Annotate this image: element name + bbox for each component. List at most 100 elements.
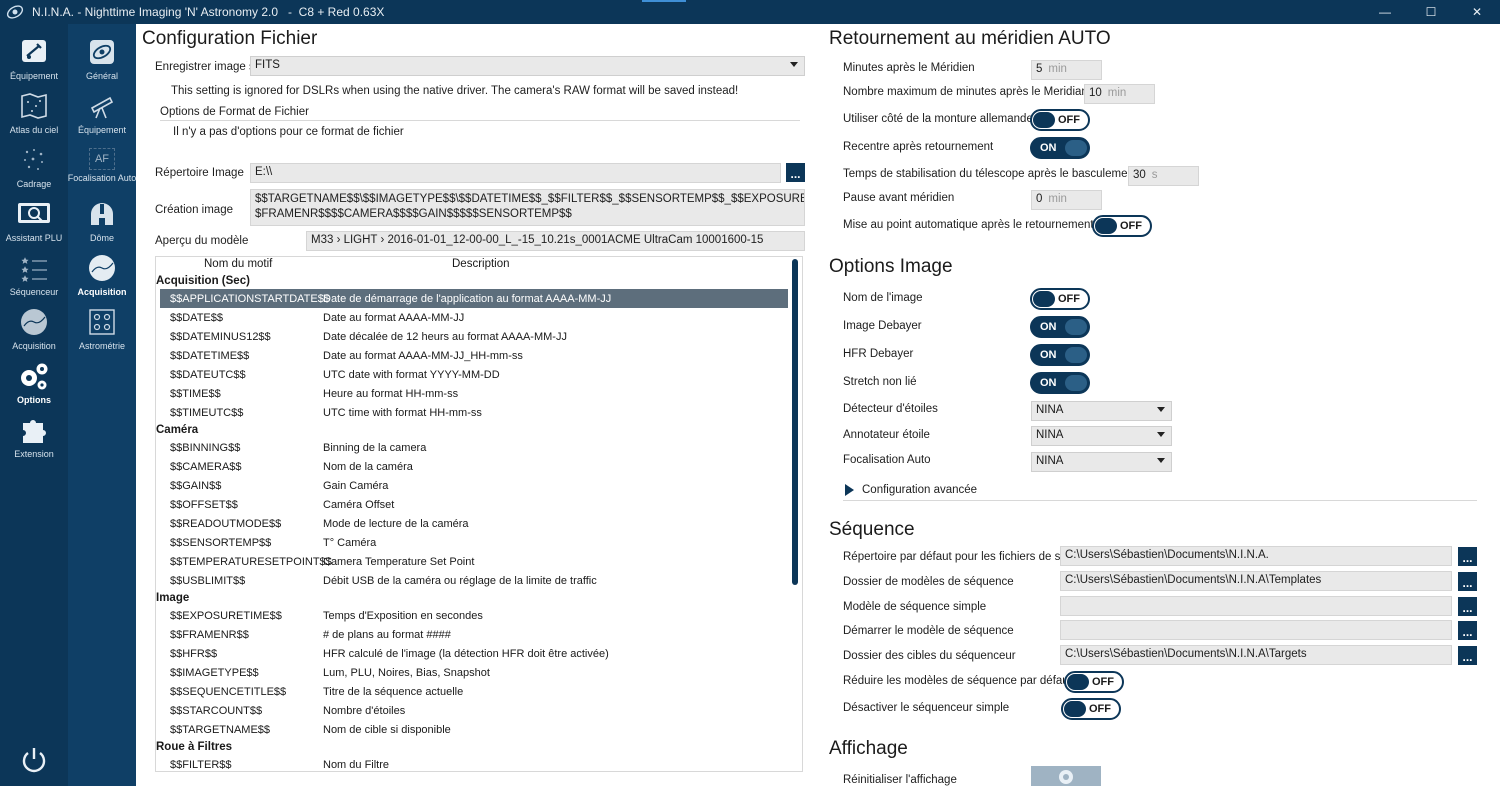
recenter-toggle[interactable]: ON [1030,137,1090,159]
table-row[interactable]: $$EXPOSURETIME$$ Temps d'Exposition en se… [160,606,788,625]
table-row[interactable]: $$FILTER$$ Nom du Filtre [160,755,788,771]
unlinked-stretch-toggle[interactable]: ON [1030,372,1090,394]
table-row[interactable]: $$APPLICATIONSTARTDATE$$ Date de démarrag… [160,289,788,308]
targets-folder-input[interactable]: C:\Users\Sébastien\Documents\N.I.N.A\Tar… [1060,645,1452,665]
image-dir-input[interactable]: E:\\ [250,163,781,183]
nav-item-equipment[interactable]: Équipement [0,36,68,90]
browse-start-template-button[interactable]: ... [1458,621,1477,640]
table-row[interactable]: $$OFFSET$$ Caméra Offset [160,495,788,514]
power-icon[interactable] [20,746,48,774]
group-header: Acquisition (Sec) [156,275,250,287]
nav-item-sky-atlas[interactable]: Atlas du ciel [0,90,68,144]
table-row[interactable]: $$READOUTMODE$$ Mode de lecture de la cam… [160,514,788,533]
col-description[interactable]: Description [452,258,510,270]
reset-layout-button[interactable] [1031,766,1101,788]
nav-item-sequencer[interactable]: Séquenceur [0,252,68,306]
minutes-after-label: Minutes après le Méridien [843,62,975,74]
title-bar: N.I.N.A. - Nighttime Imaging 'N' Astrono… [0,0,1500,24]
autofocus-method-select[interactable]: NINA [1031,452,1172,472]
table-row[interactable]: $$TIME$$ Heure au format HH-mm-ss [160,384,788,403]
simple-template-input[interactable] [1060,596,1452,616]
subnav-item-imaging[interactable]: Acquisition [68,252,136,306]
pattern-description: UTC time with format HH-mm-ss [323,406,482,419]
table-row[interactable]: $$HFR$$ HFR calculé de l'image (la détect… [160,644,788,663]
table-row[interactable]: $$DATETIME$$ Date au format AAAA-MM-JJ_HH… [160,346,788,365]
table-row[interactable]: $$BINNING$$ Binning de la camera [160,438,788,457]
file-type-select[interactable]: FITS [250,56,805,76]
window-title: N.I.N.A. - Nighttime Imaging 'N' Astrono… [32,5,385,19]
chevron-down-icon [790,62,798,67]
file-pattern-input[interactable]: $$TARGETNAME$$\$$IMAGETYPE$$\$$DATETIME$… [250,189,805,226]
subnav-item-plate-solving[interactable]: Astrométrie [68,306,136,360]
max-minutes-input[interactable]: 10 min [1084,84,1155,104]
close-button[interactable]: ✕ [1454,0,1500,24]
minimize-button[interactable]: — [1362,0,1408,24]
table-row[interactable]: $$CAMERA$$ Nom de la caméra [160,457,788,476]
minutes-after-input[interactable]: 5 min [1031,60,1102,80]
star-detector-select[interactable]: NINA [1031,401,1172,421]
table-scrollbar[interactable] [792,257,798,771]
pattern-key: $$CAMERA$$ [170,460,242,473]
pattern-key: $$TIMEUTC$$ [170,406,244,419]
browse-image-dir-button[interactable]: ... [786,163,805,182]
table-row[interactable]: $$FRAMENR$$ # de plans au format #### [160,625,788,644]
pattern-description: Temps d'Exposition en secondes [323,609,483,622]
nav-item-options[interactable]: Options [0,360,68,414]
table-row[interactable]: $$USBLIMIT$$ Débit USB de la caméra ou ré… [160,571,788,590]
unlinked-stretch-label: Stretch non lié [843,376,917,388]
collapse-templates-toggle[interactable]: OFF [1064,671,1124,693]
table-row[interactable]: $$TIMEUTC$$ UTC time with format HH-mm-ss [160,403,788,422]
debayer-toggle[interactable]: ON [1030,316,1090,338]
image-name-toggle[interactable]: OFF [1030,288,1090,310]
subnav-item-general[interactable]: Général [68,36,136,90]
browse-targets-folder-button[interactable]: ... [1458,646,1477,665]
table-row[interactable]: $$SEQUENCETITLE$$ Titre de la séquence ac… [160,682,788,701]
toggle-state: ON [1040,321,1057,333]
hfr-debayer-toggle[interactable]: ON [1030,344,1090,366]
star-detector-label: Détecteur d'étoiles [843,403,938,415]
advanced-expander[interactable]: Configuration avancée [845,484,977,496]
unit-label: s [1151,169,1158,181]
imaging-icon [16,306,52,338]
pause-input[interactable]: 0 min [1031,190,1102,210]
disable-simple-sequencer-toggle[interactable]: OFF [1061,698,1121,720]
maximize-button[interactable]: ☐ [1408,0,1454,24]
browse-default-folder-button[interactable]: ... [1458,547,1477,566]
nav-item-plugins[interactable]: Extension [0,414,68,468]
nav-item-flat-wizard[interactable]: Assistant PLU [0,198,68,252]
sequencer-icon [16,252,52,284]
table-row[interactable]: $$DATEMINUS12$$ Date décalée de 12 heurs … [160,327,788,346]
table-row[interactable]: $$TARGETNAME$$ Nom de cible si disponible [160,720,788,739]
table-row[interactable]: $$DATE$$ Date au format AAAA-MM-JJ [160,308,788,327]
templates-folder-input[interactable]: C:\Users\Sébastien\Documents\N.I.N.A\Tem… [1060,571,1452,591]
pattern-key: $$STARCOUNT$$ [170,704,263,717]
browse-simple-template-button[interactable]: ... [1458,597,1477,616]
table-row[interactable]: $$IMAGETYPE$$ Lum, PLU, Noires, Bias, Sna… [160,663,788,682]
nav-item-imaging[interactable]: Acquisition [0,306,68,360]
settle-time-input[interactable]: 30 s [1128,166,1199,186]
table-row[interactable]: $$SENSORTEMP$$ T° Caméra [160,533,788,552]
pier-side-toggle[interactable]: OFF [1030,109,1090,131]
subnav-item-autofocus[interactable]: AF Focalisation Auto [68,144,136,198]
table-row[interactable]: $$TEMPERATURESETPOINT$$ Camera Temperatur… [160,552,788,571]
pattern-key: $$SEQUENCETITLE$$ [170,685,287,698]
start-template-label: Démarrer le modèle de séquence [843,625,1014,637]
start-template-input[interactable] [1060,620,1452,640]
table-row[interactable]: $$STARCOUNT$$ Nombre d'étoiles [160,701,788,720]
star-annotator-select[interactable]: NINA [1031,426,1172,446]
pattern-key: $$TEMPERATURESETPOINT$$ [170,555,332,568]
nav-item-framing[interactable]: Cadrage [0,144,68,198]
subnav-item-dome[interactable]: Dôme [68,198,136,252]
scrollbar-thumb[interactable] [792,259,798,585]
browse-templates-folder-button[interactable]: ... [1458,572,1477,591]
autofocus-method-value: NINA [1036,455,1064,467]
pattern-key: $$FILTER$$ [170,758,232,771]
table-row[interactable]: $$DATEUTC$$ UTC date with format YYYY-MM-… [160,365,788,384]
default-folder-input[interactable]: C:\Users\Sébastien\Documents\N.I.N.A. [1060,546,1452,566]
table-row[interactable]: $$GAIN$$ Gain Caméra [160,476,788,495]
autofocus-after-flip-toggle[interactable]: OFF [1092,215,1152,237]
expand-triangle-icon [845,484,854,496]
options-right-pane: Retournement au méridien AUTO Minutes ap… [816,24,1500,788]
col-pattern-name[interactable]: Nom du motif [204,258,272,270]
subnav-item-equipment[interactable]: Équipement [68,90,136,144]
